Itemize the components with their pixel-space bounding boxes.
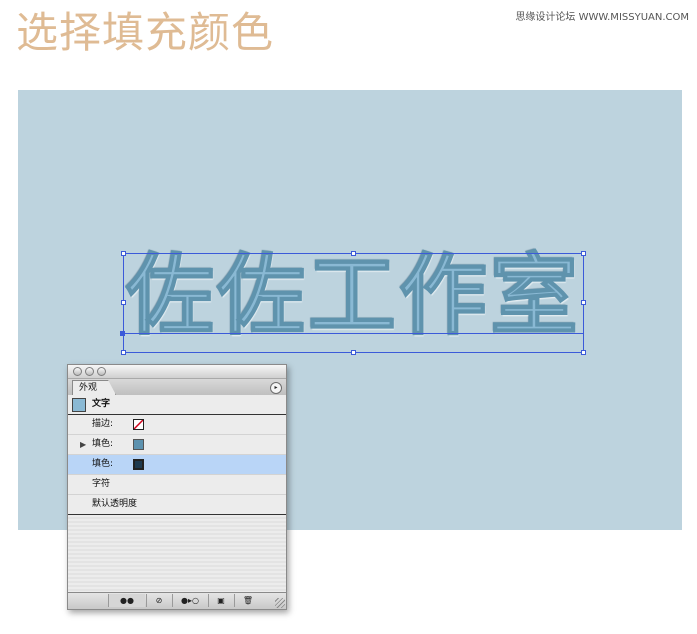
resize-grip-icon[interactable] [275, 598, 285, 608]
handle-top-right[interactable] [581, 251, 586, 256]
object-label: 文字 [92, 399, 111, 409]
zoom-icon[interactable] [97, 367, 106, 376]
appearance-fill-row-selected[interactable]: 填色: [68, 455, 286, 475]
panel-titlebar[interactable] [68, 365, 286, 379]
panel-footer-toolbar: ●● ⊘ ●▸○ ▣ 🗑 [68, 592, 286, 609]
panel-menu-icon[interactable]: ▸ [270, 382, 282, 394]
text-baseline [123, 333, 584, 334]
handle-bottom-right[interactable] [581, 350, 586, 355]
object-thumbnail-icon [72, 398, 86, 412]
fill-label: 填色: [92, 439, 114, 449]
new-art-basic-appearance-icon[interactable]: ●● [108, 594, 145, 607]
duplicate-item-icon[interactable]: ▣ [208, 594, 233, 607]
handle-bottom-left[interactable] [121, 350, 126, 355]
minimize-icon[interactable] [85, 367, 94, 376]
clear-appearance-icon[interactable]: ⊘ [146, 594, 171, 607]
appearance-stroke-row[interactable]: 描边: [68, 415, 286, 435]
reduce-to-basic-appearance-icon[interactable]: ●▸○ [172, 594, 207, 607]
appearance-panel: 外观 ▸ 文字 描边: ▶ 填色: 填色: 字符 默认透明度 ●● ⊘ ●▸○ … [67, 364, 287, 610]
characters-label: 字符 [92, 479, 111, 489]
appearance-opacity-row[interactable]: 默认透明度 [68, 495, 286, 515]
page-title: 选择填充颜色 [16, 8, 275, 57]
stroke-label: 描边: [92, 419, 114, 429]
handle-bottom-center[interactable] [351, 350, 356, 355]
panel-empty-area [68, 515, 286, 595]
trash-icon[interactable]: 🗑 [234, 594, 261, 607]
panel-tabbar: 外观 ▸ [68, 379, 286, 396]
handle-top-center[interactable] [351, 251, 356, 256]
appearance-object-row[interactable]: 文字 [68, 395, 286, 415]
appearance-characters-row[interactable]: 字符 [68, 475, 286, 495]
stroke-none-swatch-icon[interactable] [133, 419, 144, 430]
handle-middle-right[interactable] [581, 300, 586, 305]
default-opacity-label: 默认透明度 [92, 499, 138, 509]
handle-top-left[interactable] [121, 251, 126, 256]
baseline-anchor-point [120, 331, 125, 336]
fill-label: 填色: [92, 459, 114, 469]
appearance-fill-row[interactable]: ▶ 填色: [68, 435, 286, 455]
tab-appearance[interactable]: 外观 [72, 380, 117, 395]
fill-color-swatch[interactable] [133, 439, 144, 450]
handle-middle-left[interactable] [121, 300, 126, 305]
expand-triangle-icon[interactable]: ▶ [80, 435, 86, 454]
watermark-text: 思缘设计论坛 WWW.MISSYUAN.COM [515, 12, 689, 23]
close-icon[interactable] [73, 367, 82, 376]
selection-bounding-box[interactable] [123, 253, 584, 353]
fill-color-swatch[interactable] [133, 459, 144, 470]
